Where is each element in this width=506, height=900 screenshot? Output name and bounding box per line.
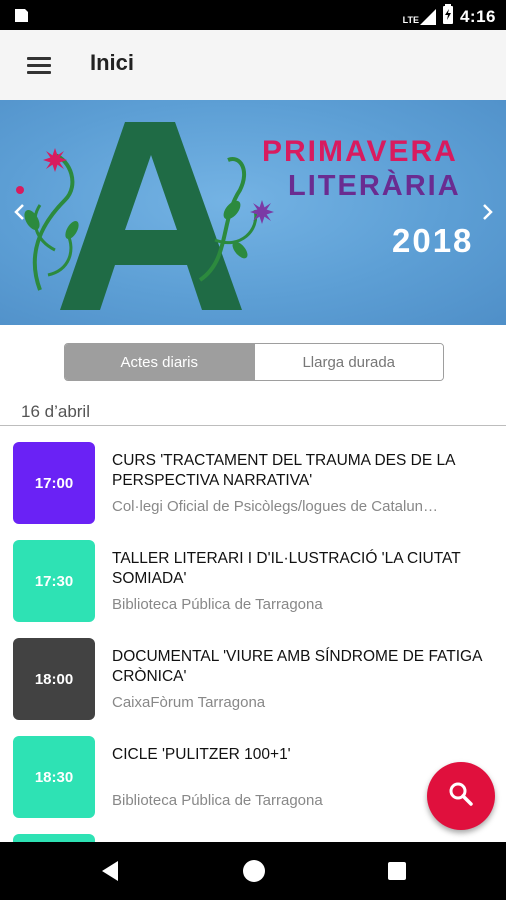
- back-icon[interactable]: [98, 858, 124, 884]
- divider: [0, 425, 506, 426]
- event-title: DOCUMENTAL 'VIURE AMB SÍNDROME DE FATIGA…: [112, 648, 482, 685]
- menu-icon[interactable]: [22, 50, 56, 80]
- tab-llarga-durada[interactable]: Llarga durada: [253, 344, 443, 380]
- chevron-left-icon[interactable]: [10, 200, 30, 224]
- event-place: Biblioteca Pública de Tarragona: [112, 596, 323, 613]
- event-place: CaixaFòrum Tarragona: [112, 694, 266, 711]
- status-bar: LTE 4:16: [0, 0, 506, 30]
- clock: 4:16: [459, 6, 496, 26]
- date-header: 16 d’abril: [21, 402, 90, 421]
- event-place: Col·legi Oficial de Psicòlegs/logues de …: [112, 498, 439, 515]
- banner-title: PRIMAVERA: [262, 135, 458, 168]
- notification-icon: [12, 6, 30, 24]
- banner-subtitle: LITERÀRIA: [288, 170, 461, 202]
- page-title: Inici: [90, 50, 135, 75]
- list-item-partial[interactable]: [13, 834, 95, 842]
- tab-actes-diaris[interactable]: Actes diaris: [65, 344, 254, 380]
- time-badge: 17:00: [13, 442, 95, 524]
- event-place: Biblioteca Pública de Tarragona: [112, 792, 323, 809]
- signal-icon: LTE: [403, 8, 436, 25]
- list-item[interactable]: 18:00 DOCUMENTAL 'VIURE AMB SÍNDROME DE …: [0, 624, 506, 722]
- home-icon[interactable]: [241, 858, 267, 884]
- chevron-right-icon[interactable]: [477, 200, 497, 224]
- app-bar: Inici: [0, 30, 506, 100]
- event-title: CURS 'TRACTAMENT DEL TRAUMA DES DE LA PE…: [112, 452, 455, 489]
- search-icon: [447, 780, 475, 813]
- banner-carousel[interactable]: [0, 100, 506, 325]
- navigation-bar: [0, 842, 506, 900]
- time-badge: 18:00: [13, 638, 95, 720]
- list-item[interactable]: 17:30 TALLER LITERARI I D'IL·LUSTRACIÓ '…: [0, 526, 506, 624]
- event-title: TALLER LITERARI I D'IL·LUSTRACIÓ 'LA CIU…: [112, 550, 461, 587]
- recents-icon[interactable]: [384, 858, 410, 884]
- list-item[interactable]: 17:00 CURS 'TRACTAMENT DEL TRAUMA DES DE…: [0, 428, 506, 526]
- time-badge: 18:30: [13, 736, 95, 818]
- event-title: CICLE 'PULITZER 100+1': [112, 746, 291, 763]
- search-button[interactable]: [427, 762, 495, 830]
- banner-year: 2018: [392, 222, 474, 259]
- banner-illustration: [16, 122, 274, 310]
- time-badge: 17:30: [13, 540, 95, 622]
- battery-icon: [442, 4, 454, 29]
- tab-switcher: Actes diaris Llarga durada: [64, 343, 444, 381]
